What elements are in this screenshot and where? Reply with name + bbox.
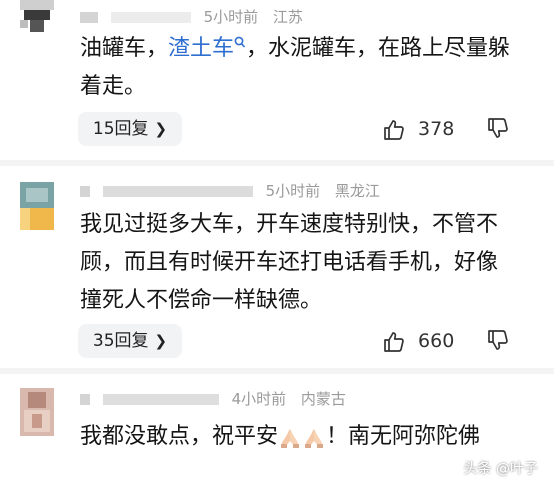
comment-time: 4小时前: [231, 390, 287, 408]
keyword-link[interactable]: 渣土车: [168, 36, 246, 61]
comment-time: 5小时前: [203, 8, 259, 26]
comment-text-part: ！南无阿弥陀佛: [326, 424, 481, 449]
like-count: 660: [418, 330, 455, 352]
blurred-username: [80, 186, 90, 197]
avatar[interactable]: [20, 0, 54, 40]
praying-hands-icon: [302, 425, 326, 449]
comment-location: 江苏: [272, 8, 303, 26]
comment-text: 我见过挺多大车，开车速度特别快，不管不顾，而且有时候开车还打电话看手机，好像撞死…: [80, 212, 499, 313]
thumbs-up-icon: [384, 331, 404, 352]
comment-1: 5小时前 江苏 油罐车，渣土车 ，水泥罐车，在路上尽量躲着走。 15回复 ❯ 378: [0, 0, 554, 152]
divider: [0, 368, 554, 374]
thumbs-up-icon: [384, 119, 404, 140]
watermark: 头条 @叶子: [463, 461, 538, 477]
replies-button[interactable]: 35回复 ❯: [78, 324, 182, 358]
praying-hands-icon: [278, 425, 302, 449]
search-icon: [234, 36, 246, 48]
chevron-right-icon: ❯: [154, 120, 168, 138]
replies-label: 15回复: [92, 119, 149, 139]
comment-time: 5小时前: [265, 182, 321, 200]
dislike-button[interactable]: [486, 116, 510, 140]
keyword-link-label: 渣土车: [168, 36, 235, 61]
blurred-username: [102, 186, 253, 197]
replies-button[interactable]: 15回复 ❯: [78, 112, 182, 146]
comment-location: 黑龙江: [334, 182, 380, 200]
blurred-username: [80, 394, 90, 405]
comment-meta: 4小时前 内蒙古: [80, 388, 346, 409]
like-button[interactable]: 660: [382, 326, 454, 356]
comment-text-part: 油罐车，: [80, 36, 169, 61]
dislike-button[interactable]: [486, 328, 510, 352]
like-button[interactable]: 378: [382, 114, 454, 144]
chevron-right-icon: ❯: [154, 332, 168, 350]
divider: [0, 160, 554, 166]
comment-meta: 5小时前 江苏: [80, 6, 303, 27]
comment-text-part: 我都没敢点，祝平安: [80, 424, 279, 449]
comment-2: 5小时前 黑龙江 我见过挺多大车，开车速度特别快，不管不顾，而且有时候开车还打电…: [0, 172, 554, 362]
blurred-username: [110, 12, 191, 23]
thumbs-down-icon: [488, 330, 508, 350]
comment-location: 内蒙古: [300, 390, 346, 408]
comment-text: 油罐车，渣土车 ，水泥罐车，在路上尽量躲着走。: [80, 30, 520, 106]
comment-text: 我都没敢点，祝平安 ！南无阿弥陀佛: [80, 418, 520, 456]
blurred-username: [80, 12, 98, 23]
like-count: 378: [418, 118, 455, 140]
comment-meta: 5小时前 黑龙江: [80, 180, 380, 201]
thumbs-down-icon: [488, 118, 508, 138]
avatar[interactable]: [20, 182, 54, 230]
avatar[interactable]: [20, 388, 54, 436]
replies-label: 35回复: [92, 331, 149, 351]
blurred-username: [102, 394, 219, 405]
